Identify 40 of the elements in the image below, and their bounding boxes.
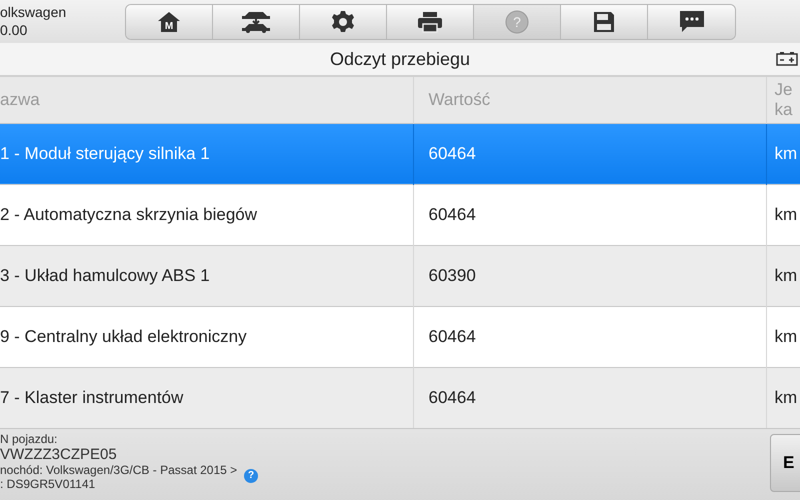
chat-icon (678, 10, 704, 34)
module-name: 3 - Układ hamulcowy ABS 1 (0, 266, 210, 285)
floppy-disk-button[interactable] (561, 4, 648, 38)
column-header: Je ka (774, 80, 792, 119)
mileage-value: 60464 (428, 204, 476, 224)
module-name: 1 - Moduł sterujący silnika 1 (0, 144, 210, 163)
printer-button[interactable] (387, 4, 474, 38)
mileage-value: 60464 (428, 144, 476, 163)
mileage-value: 60390 (428, 266, 476, 285)
vehicle-info-text: : DS9GR5V01141 (0, 477, 96, 491)
screen-title: Odczyt przebiegu (330, 48, 470, 71)
unit-text: km (774, 266, 798, 285)
home-button[interactable]: M (126, 4, 213, 38)
unit-text: km (774, 204, 798, 224)
help-icon[interactable]: ? (244, 469, 258, 483)
car-lift-button[interactable] (213, 4, 300, 38)
vehicle-info-text: VWZZZ3CZPE05 (0, 446, 117, 463)
printer-icon (417, 10, 443, 32)
settings-button[interactable] (300, 4, 387, 38)
module-name: 7 - Klaster instrumentów (0, 388, 184, 407)
vehicle-info-text: N pojazdu: (0, 432, 58, 446)
chat-button[interactable] (648, 4, 735, 38)
home-icon: M (157, 10, 181, 34)
vehicle-info-text: nochód: Volkswagen/3G/CB - Passat 2015 > (0, 463, 238, 477)
car-lift-icon (239, 10, 273, 34)
mileage-value: 60464 (428, 326, 476, 346)
unit-text: km (774, 326, 798, 346)
footer-button[interactable]: E (770, 434, 800, 492)
help-icon: ? (505, 10, 529, 34)
module-name: 9 - Centralny układ elektroniczny (0, 326, 247, 346)
unit-text: km (774, 144, 798, 163)
column-header: Wartość (428, 90, 490, 109)
header-value: 0.00 (0, 22, 28, 39)
unit-text: km (774, 388, 798, 407)
vehicle-make: olkswagen (0, 4, 68, 22)
settings-icon (331, 10, 355, 34)
column-header: azwa (0, 90, 40, 109)
battery-icon (776, 51, 798, 66)
mileage-value: 60464 (428, 388, 476, 407)
module-name: 2 - Automatyczna skrzynia biegów (0, 204, 258, 224)
